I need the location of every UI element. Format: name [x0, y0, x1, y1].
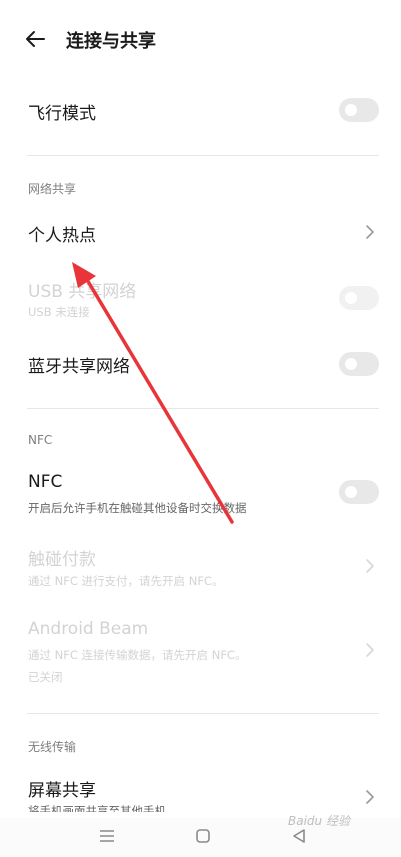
- hotspot-label[interactable]: 个人热点: [28, 221, 96, 246]
- usb-tethering-status: USB 未连接: [28, 305, 90, 319]
- annotation-arrow-icon: [72, 262, 234, 524]
- usb-tethering-label: USB 共享网络: [28, 282, 137, 302]
- screen-share-label[interactable]: 屏幕共享: [28, 776, 96, 801]
- menu-icon[interactable]: [98, 828, 116, 844]
- section-label-network-share: 网络共享: [28, 182, 77, 196]
- nfc-label: NFC: [28, 472, 63, 492]
- divider: [27, 713, 379, 714]
- back-arrow-icon[interactable]: [22, 26, 48, 52]
- chevron-right-icon[interactable]: [363, 788, 377, 806]
- screen-share-description: 将手机画面共享至其他手机: [28, 804, 166, 812]
- airplane-mode-label: 飞行模式: [28, 104, 96, 124]
- bluetooth-tethering-toggle[interactable]: [339, 352, 379, 376]
- tap-to-pay-label: 触碰付款: [28, 550, 96, 570]
- android-beam-status: 已关闭: [28, 670, 63, 684]
- back-icon[interactable]: [291, 828, 307, 844]
- android-beam-label: Android Beam: [28, 619, 149, 639]
- divider: [27, 408, 379, 409]
- watermark-text: Baidu 经验: [288, 814, 350, 828]
- nfc-toggle[interactable]: [339, 480, 379, 504]
- section-label-nfc: NFC: [28, 433, 53, 447]
- usb-tethering-toggle: [339, 286, 379, 310]
- section-label-wireless: 无线传输: [28, 740, 77, 754]
- chevron-right-icon: [366, 643, 374, 657]
- nfc-description: 开启后允许手机在触碰其他设备时交换数据: [28, 501, 247, 515]
- android-beam-description: 通过 NFC 连接传输数据，请先开启 NFC。: [28, 648, 247, 662]
- airplane-mode-toggle[interactable]: [339, 98, 379, 122]
- chevron-right-icon: [366, 559, 374, 573]
- page-title: 连接与共享: [66, 31, 156, 52]
- bluetooth-tethering-label: 蓝牙共享网络: [28, 357, 130, 377]
- home-icon[interactable]: [195, 828, 211, 844]
- divider: [27, 155, 379, 156]
- chevron-right-icon[interactable]: [363, 223, 377, 241]
- tap-to-pay-description: 通过 NFC 进行支付，请先开启 NFC。: [28, 574, 224, 588]
